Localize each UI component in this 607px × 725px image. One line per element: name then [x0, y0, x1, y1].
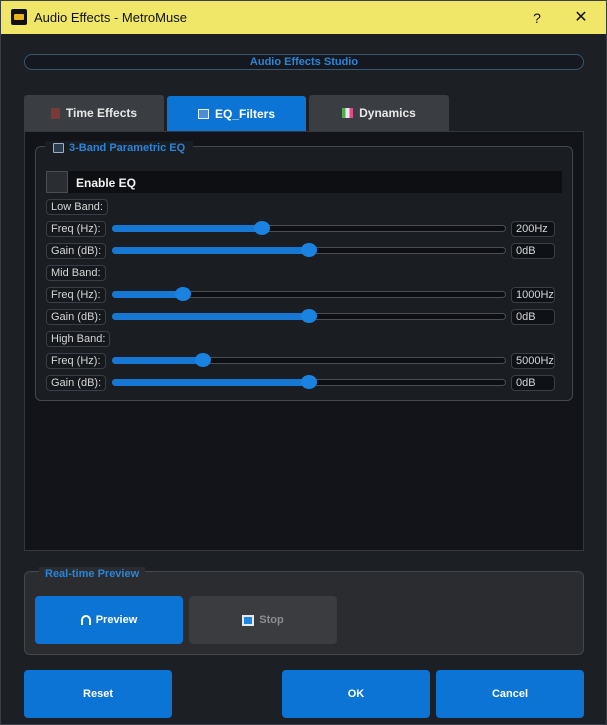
mid-gain-slider[interactable]	[112, 309, 506, 323]
dialog-window: Audio Effects - MetroMuse ? ✕ Audio Effe…	[0, 0, 607, 725]
mid-freq-value: 1000Hz	[511, 287, 555, 303]
group-title: 3-Band Parametric EQ	[45, 141, 194, 155]
mid-gain-label: Gain (dB):	[46, 309, 107, 325]
window-title: Audio Effects - MetroMuse	[34, 10, 187, 25]
reset-button[interactable]: Reset	[24, 670, 172, 718]
stop-button[interactable]: Stop	[189, 596, 337, 644]
studio-header: Audio Effects Studio	[24, 54, 584, 70]
equalizer-icon	[53, 143, 64, 153]
high-freq-slider[interactable]	[112, 353, 506, 367]
high-gain-value: 0dB	[511, 375, 555, 391]
cancel-button[interactable]: Cancel	[436, 670, 584, 718]
tab-label: Time Effects	[65, 106, 138, 120]
enable-eq-checkbox[interactable]	[46, 171, 68, 193]
preview-button[interactable]: Preview	[35, 596, 183, 644]
stop-icon	[242, 614, 255, 626]
stop-button-label: Stop	[259, 614, 284, 626]
low-freq-slider[interactable]	[112, 221, 506, 235]
hourglass-icon	[50, 107, 60, 119]
high-freq-label: Freq (Hz):	[46, 353, 106, 369]
ok-button[interactable]: OK	[282, 670, 430, 718]
slider-handle[interactable]	[194, 353, 211, 367]
tab-eq-filters[interactable]: EQ_Filters	[167, 96, 306, 132]
slider-handle[interactable]	[253, 221, 270, 235]
low-band-label: Low Band:	[46, 199, 108, 215]
low-freq-label: Freq (Hz):	[46, 221, 106, 237]
slider-handle[interactable]	[301, 309, 317, 323]
mid-freq-slider[interactable]	[112, 287, 506, 301]
equalizer-icon	[197, 109, 209, 119]
tab-label: EQ_Filters	[214, 107, 276, 121]
mid-gain-value: 0dB	[511, 309, 555, 325]
low-gain-value: 0dB	[511, 243, 555, 259]
preview-group-title: Real-time Preview	[39, 567, 146, 581]
slider-handle[interactable]	[301, 243, 317, 257]
high-freq-value: 5000Hz	[511, 353, 555, 369]
title-bar: Audio Effects - MetroMuse ? ✕	[1, 1, 606, 34]
high-band-label: High Band:	[46, 331, 111, 347]
slider-handle[interactable]	[301, 375, 317, 389]
close-button[interactable]: ✕	[561, 5, 601, 31]
low-freq-value: 200Hz	[511, 221, 555, 237]
tab-dynamics[interactable]: Dynamics	[309, 95, 449, 131]
dynamics-icon	[342, 108, 354, 118]
slider-handle[interactable]	[174, 287, 191, 301]
low-gain-label: Gain (dB):	[46, 243, 107, 259]
help-button[interactable]: ?	[517, 5, 557, 31]
tab-time-effects[interactable]: Time Effects	[24, 95, 164, 131]
low-gain-slider[interactable]	[112, 243, 506, 257]
tab-label: Dynamics	[359, 106, 416, 120]
high-gain-slider[interactable]	[112, 375, 506, 389]
mid-band-label: Mid Band:	[46, 265, 106, 281]
enable-eq-label: Enable EQ	[76, 176, 137, 190]
preview-button-label: Preview	[95, 614, 138, 626]
app-logo-icon	[11, 9, 27, 25]
high-gain-label: Gain (dB):	[46, 375, 107, 391]
mid-freq-label: Freq (Hz):	[46, 287, 106, 303]
group-title-text: 3-Band Parametric EQ	[69, 142, 186, 154]
headphones-icon	[80, 615, 91, 625]
